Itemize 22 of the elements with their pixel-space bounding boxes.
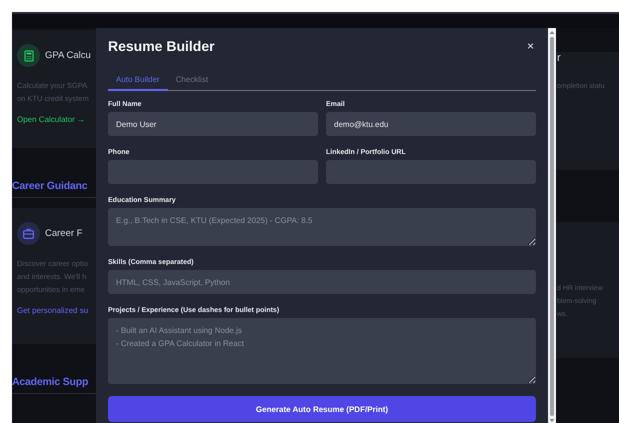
input-field[interactable]: demo@ktu.edu	[326, 112, 536, 136]
input-field[interactable]	[326, 160, 536, 184]
close-button[interactable]: ×	[524, 39, 536, 53]
scrollbar[interactable]	[548, 28, 556, 423]
scroll-down-icon[interactable]	[549, 418, 555, 423]
input-field[interactable]: Demo User	[108, 112, 318, 136]
card-link[interactable]: Open Calculator →	[17, 115, 96, 124]
card-title: GPA Calcu	[45, 50, 91, 61]
calculator-icon	[22, 50, 34, 62]
section-heading: Academic Supp	[12, 376, 88, 388]
card-link[interactable]: Get personalized su	[17, 306, 96, 315]
card-title: r	[557, 52, 562, 64]
input-field[interactable]	[108, 160, 318, 184]
modal-title: Resume Builder	[108, 38, 215, 54]
text-area[interactable]: - Built an AI Assistant using Node.js - Created a GPA Calculator in React	[108, 318, 536, 384]
generate-resume-button[interactable]: Generate Auto Resume (PDF/Print)	[108, 396, 536, 422]
input-field[interactable]: HTML, CSS, JavaScript, Python	[108, 270, 536, 294]
scroll-up-icon[interactable]	[549, 30, 555, 35]
section-heading: Career Guidanc	[12, 180, 88, 192]
briefcase-icon	[22, 227, 35, 240]
text-area[interactable]: E.g., B.Tech in CSE, KTU (Expected 2025) - CGPA: 8.5	[108, 208, 536, 246]
card-title: Career F	[45, 228, 82, 239]
